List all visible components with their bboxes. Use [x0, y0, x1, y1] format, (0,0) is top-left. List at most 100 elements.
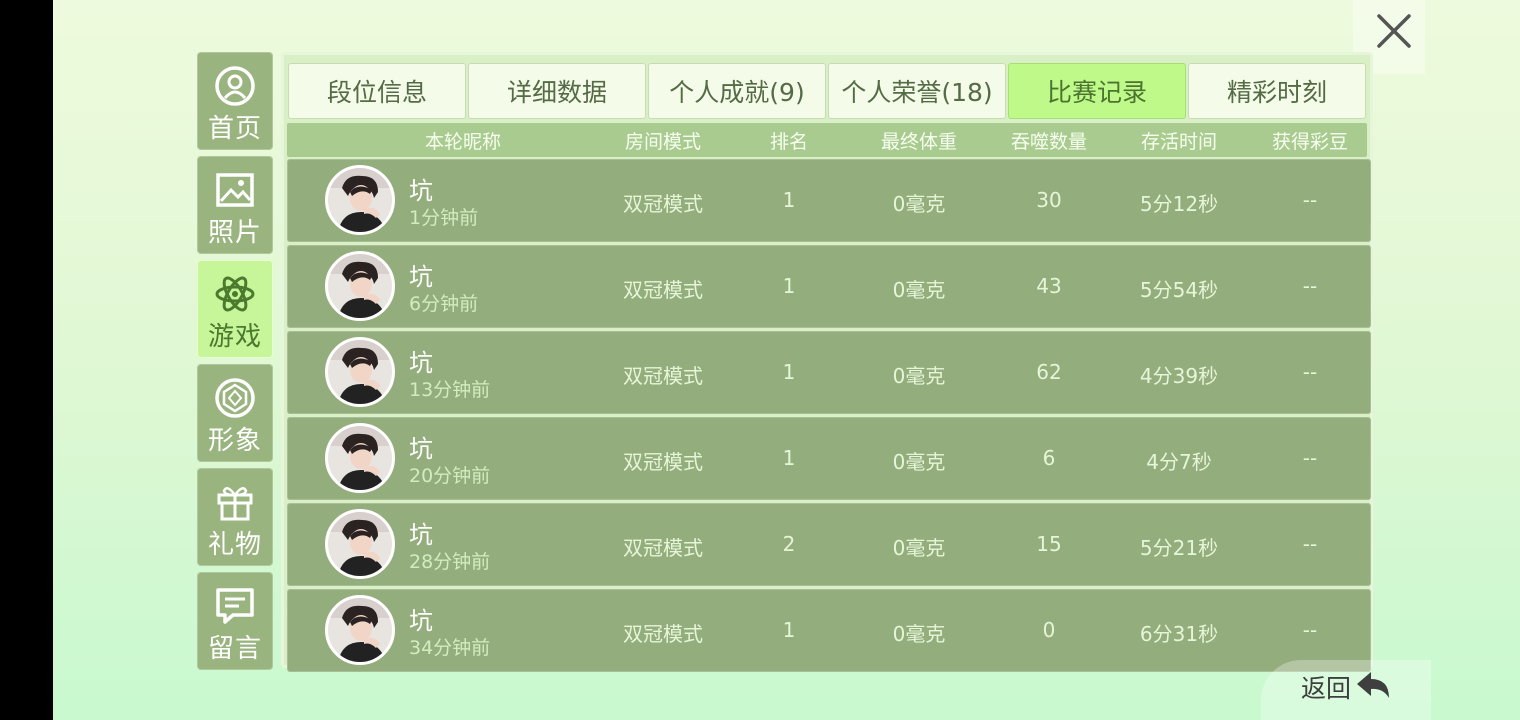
time-ago: 6分钟前	[409, 293, 479, 315]
header-beans: 获得彩豆	[1271, 130, 1348, 153]
tab-rank-info[interactable]: 段位信息	[288, 63, 466, 119]
header-survival-time: 存活时间	[1140, 130, 1217, 153]
avatar[interactable]	[325, 595, 395, 665]
close-icon	[1377, 14, 1411, 48]
rank: 2	[782, 532, 796, 556]
devour-count: 30	[1036, 188, 1062, 212]
profile-screen: 首页 照片 游戏 形象 礼物 留言 段位信息 详细数据 个人成就(9) 个人荣誉…	[53, 0, 1520, 720]
gift-icon	[213, 480, 257, 524]
avatar[interactable]	[325, 251, 395, 321]
header-rank: 排名	[769, 130, 808, 153]
message-icon	[213, 584, 257, 628]
survival-time: 4分39秒	[1139, 364, 1219, 388]
tab-achievements[interactable]: 个人成就(9)	[648, 63, 826, 119]
player-nickname: 坑	[409, 521, 433, 549]
survival-time: 6分31秒	[1139, 622, 1219, 646]
room-mode: 双冠模式	[623, 536, 703, 560]
player-nickname: 坑	[409, 177, 433, 205]
final-weight: 0毫克	[892, 364, 946, 388]
final-weight: 0毫克	[892, 536, 946, 560]
table-row[interactable]: 坑 1分钟前 双冠模式 1 0毫克 30 5分12秒 --	[287, 159, 1371, 242]
sidebar-item-avatar[interactable]: 形象	[197, 364, 273, 462]
time-ago: 1分钟前	[409, 207, 479, 229]
beans-earned: --	[1302, 446, 1318, 470]
main-panel: 段位信息 详细数据 个人成就(9) 个人荣誉(18) 比赛记录 精彩时刻 本轮昵…	[281, 52, 1373, 672]
diamond-icon	[213, 376, 257, 420]
home-icon	[213, 64, 257, 108]
header-final-weight: 最终体重	[880, 130, 957, 153]
devour-count: 6	[1042, 446, 1056, 470]
time-ago: 20分钟前	[409, 465, 491, 487]
player-nickname: 坑	[409, 607, 433, 635]
player-nickname: 坑	[409, 263, 433, 291]
back-label: 返回	[1301, 674, 1352, 703]
table-row[interactable]: 坑 6分钟前 双冠模式 1 0毫克 43 5分54秒 --	[287, 245, 1371, 328]
room-mode: 双冠模式	[623, 278, 703, 302]
avatar[interactable]	[325, 423, 395, 493]
final-weight: 0毫克	[892, 192, 946, 216]
sidebar-item-label: 首页	[207, 114, 262, 144]
player-nickname: 坑	[409, 349, 433, 377]
survival-time: 4分7秒	[1146, 450, 1212, 474]
avatar[interactable]	[325, 337, 395, 407]
rank: 1	[782, 360, 796, 384]
avatar[interactable]	[325, 165, 395, 235]
room-mode: 双冠模式	[623, 622, 703, 646]
back-button[interactable]: 返回	[1301, 668, 1393, 706]
table-row[interactable]: 坑 20分钟前 双冠模式 1 0毫克 6 4分7秒 --	[287, 417, 1371, 500]
tab-bar: 段位信息 详细数据 个人成就(9) 个人荣誉(18) 比赛记录 精彩时刻	[288, 63, 1368, 119]
sidebar-item-home[interactable]: 首页	[197, 52, 273, 150]
left-black-bar	[0, 0, 53, 720]
sidebar-item-message[interactable]: 留言	[197, 572, 273, 670]
survival-time: 5分21秒	[1139, 536, 1219, 560]
tab-match-records[interactable]: 比赛记录	[1008, 63, 1186, 119]
beans-earned: --	[1302, 532, 1318, 556]
tab-detail-data[interactable]: 详细数据	[468, 63, 646, 119]
sidebar-item-label: 照片	[207, 218, 262, 248]
final-weight: 0毫克	[892, 278, 946, 302]
beans-earned: --	[1302, 618, 1318, 642]
table-header: 本轮昵称 房间模式 排名 最终体重 吞噬数量 存活时间 获得彩豆	[287, 123, 1367, 157]
final-weight: 0毫克	[892, 622, 946, 646]
final-weight: 0毫克	[892, 450, 946, 474]
rank: 1	[782, 446, 796, 470]
sidebar-item-label: 留言	[207, 634, 262, 664]
beans-earned: --	[1302, 188, 1318, 212]
header-nickname: 本轮昵称	[424, 130, 501, 153]
sidebar-item-label: 游戏	[207, 322, 262, 352]
room-mode: 双冠模式	[623, 450, 703, 474]
sidebar-item-game[interactable]: 游戏	[197, 260, 273, 358]
beans-earned: --	[1302, 274, 1318, 298]
sidebar-item-photo[interactable]: 照片	[197, 156, 273, 254]
room-mode: 双冠模式	[623, 192, 703, 216]
player-nickname: 坑	[409, 435, 433, 463]
header-devour-count: 吞噬数量	[1010, 130, 1087, 153]
back-arrow-icon	[1357, 672, 1390, 698]
rank: 1	[782, 618, 796, 642]
rank: 1	[782, 274, 796, 298]
devour-count: 0	[1042, 618, 1056, 642]
devour-count: 62	[1036, 360, 1062, 384]
sidebar-item-label: 形象	[207, 426, 262, 456]
devour-count: 43	[1036, 274, 1062, 298]
table-row[interactable]: 坑 13分钟前 双冠模式 1 0毫克 62 4分39秒 --	[287, 331, 1371, 414]
photo-icon	[213, 168, 257, 212]
devour-count: 15	[1036, 532, 1062, 556]
time-ago: 28分钟前	[409, 551, 491, 573]
time-ago: 34分钟前	[409, 637, 491, 659]
avatar[interactable]	[325, 509, 395, 579]
tab-highlights[interactable]: 精彩时刻	[1188, 63, 1366, 119]
table-row[interactable]: 坑 28分钟前 双冠模式 2 0毫克 15 5分21秒 --	[287, 503, 1371, 586]
survival-time: 5分54秒	[1139, 278, 1219, 302]
sidebar-item-label: 礼物	[207, 530, 262, 560]
room-mode: 双冠模式	[623, 364, 703, 388]
sidebar-item-gift[interactable]: 礼物	[197, 468, 273, 566]
beans-earned: --	[1302, 360, 1318, 384]
survival-time: 5分12秒	[1139, 192, 1219, 216]
time-ago: 13分钟前	[409, 379, 491, 401]
close-button[interactable]	[1369, 6, 1419, 56]
table-row[interactable]: 坑 34分钟前 双冠模式 1 0毫克 0 6分31秒 --	[287, 589, 1371, 672]
rank: 1	[782, 188, 796, 212]
header-room-mode: 房间模式	[624, 130, 701, 153]
tab-honors[interactable]: 个人荣誉(18)	[828, 63, 1006, 119]
